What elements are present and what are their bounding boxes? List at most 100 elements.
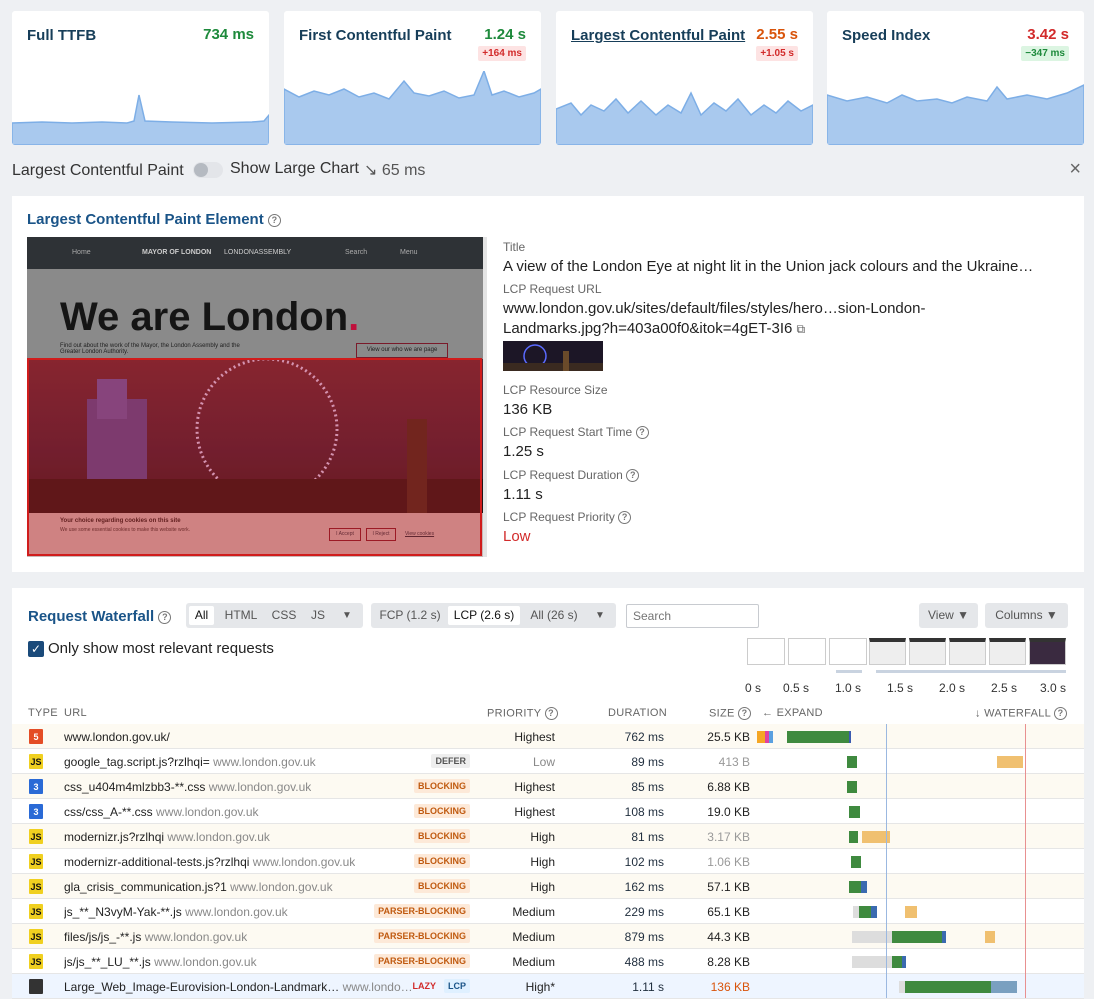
search-input[interactable]	[626, 604, 759, 628]
request-url[interactable]: js_**_N3vyM-Yak-**.js www.london.gov.uk	[64, 905, 288, 919]
metric-card-speed-index[interactable]: Speed Index 3.42 s −347 ms	[827, 11, 1084, 145]
request-duration: 81 ms	[631, 830, 664, 844]
filmstrip-frame[interactable]	[949, 638, 986, 665]
priority-label: LCP Request Priority ?	[503, 510, 632, 525]
request-url[interactable]: js/js_**_LU_**.js www.london.gov.uk	[64, 955, 257, 969]
filmstrip-frame[interactable]	[909, 638, 946, 665]
view-button[interactable]: View ▼	[919, 603, 978, 628]
chart-title: Largest Contentful Paint	[12, 162, 184, 179]
close-icon[interactable]: ×	[1069, 158, 1081, 181]
filmstrip-progress	[836, 670, 862, 673]
request-url[interactable]: files/js/js_-**.js www.london.gov.uk	[64, 930, 247, 944]
table-row[interactable]: JS modernizr.js?rzlhqi www.london.gov.uk B…	[12, 824, 1084, 849]
request-url[interactable]: Large_Web_Image-Eurovision-London-Landma…	[64, 980, 413, 994]
waterfall-bars[interactable]	[757, 899, 1084, 924]
filmstrip-frame[interactable]	[1029, 638, 1066, 665]
table-row[interactable]: JS google_tag.script.js?rzlhqi= www.londo…	[12, 749, 1084, 774]
js-file-icon: JS	[29, 954, 43, 969]
relevant-checkbox[interactable]: ✓	[28, 641, 44, 657]
help-icon[interactable]: ?	[635, 426, 649, 440]
help-icon[interactable]: ?	[267, 213, 281, 227]
table-row[interactable]: 3 css/css_A-**.css www.london.gov.uk BLOCK…	[12, 799, 1084, 824]
table-row[interactable]: 3 css_u404m4mlzbb3-**.css www.london.gov.…	[12, 774, 1084, 799]
waterfall-bars[interactable]	[757, 949, 1084, 974]
range-lcp[interactable]: LCP (2.6 s)	[448, 606, 520, 625]
request-tag: BLOCKING	[414, 779, 470, 793]
request-url[interactable]: css_u404m4mlzbb3-**.css www.london.gov.u…	[64, 780, 311, 794]
col-duration[interactable]: DURATION	[608, 707, 667, 719]
filter-js[interactable]: JS	[304, 606, 332, 625]
table-row[interactable]: 5 www.london.gov.uk/ Highest 762 ms 25.5 KB	[12, 724, 1084, 749]
url-label: LCP Request URL	[503, 282, 602, 296]
request-url[interactable]: www.london.gov.uk/	[64, 730, 170, 744]
waterfall-bar	[997, 756, 1023, 768]
hero-text: We are London	[60, 295, 349, 339]
waterfall-bars[interactable]	[757, 749, 1084, 774]
filter-all[interactable]: All	[189, 606, 214, 625]
filmstrip-progress	[876, 670, 1066, 673]
table-row[interactable]: Large_Web_Image-Eurovision-London-Landma…	[12, 974, 1084, 999]
columns-button-label: Columns ▼	[995, 608, 1058, 622]
filmstrip-frame[interactable]	[747, 638, 785, 665]
request-size: 19.0 KB	[707, 805, 750, 819]
request-url[interactable]: modernizr.js?rzlhqi www.london.gov.uk	[64, 830, 270, 844]
col-expand[interactable]: ← EXPAND	[762, 707, 823, 719]
lcp-sparkline	[556, 91, 813, 145]
request-url[interactable]: modernizr-additional-tests.js?rzlhqi www…	[64, 855, 355, 869]
table-row[interactable]: JS js_**_N3vyM-Yak-**.js www.london.gov.u…	[12, 899, 1084, 924]
filmstrip-frame[interactable]	[989, 638, 1026, 665]
table-row[interactable]: JS gla_crisis_communication.js?1 www.lond…	[12, 874, 1084, 899]
chevron-down-icon[interactable]: ▼	[589, 606, 611, 625]
col-size[interactable]: SIZE ?	[709, 707, 752, 720]
range-fcp[interactable]: FCP (1.2 s)	[374, 606, 446, 625]
waterfall-bars[interactable]	[757, 974, 1084, 999]
waterfall-bar	[942, 931, 946, 943]
help-icon[interactable]: ?	[618, 511, 632, 525]
filter-css[interactable]: CSS	[266, 606, 302, 625]
external-link-icon[interactable]: ⧉	[797, 322, 806, 336]
chevron-down-icon[interactable]: ▼	[336, 606, 358, 625]
waterfall-bars[interactable]	[757, 824, 1084, 849]
metric-name: Speed Index	[842, 27, 931, 44]
waterfall-bars[interactable]	[757, 724, 1084, 749]
filter-html[interactable]: HTML	[220, 606, 262, 625]
metric-card-lcp[interactable]: Largest Contentful Paint 2.55 s +1.05 s	[556, 11, 813, 145]
columns-button[interactable]: Columns ▼	[985, 603, 1068, 628]
filmstrip-frame[interactable]	[829, 638, 867, 665]
filmstrip-frame[interactable]	[788, 638, 826, 665]
col-type[interactable]: TYPE	[28, 707, 58, 719]
fcp-sparkline	[284, 71, 541, 145]
waterfall-bars[interactable]	[757, 849, 1084, 874]
url-value-line2[interactable]: Landmarks.jpg?h=403a00f0&itok=4gET-3I6 ⧉	[503, 320, 805, 337]
metric-card-ttfb[interactable]: Full TTFB 734 ms	[12, 11, 269, 145]
screenshot-scrollbar[interactable]	[483, 237, 487, 557]
timeline-ticks: 0 s 0.5 s 1.0 s 1.5 s 2.0 s 2.5 s 3.0 s	[745, 681, 1072, 695]
table-row[interactable]: JS files/js/js_-**.js www.london.gov.uk PA…	[12, 924, 1084, 949]
col-waterfall[interactable]: ↓ WATERFALL ?	[975, 707, 1067, 720]
help-icon[interactable]: ?	[738, 707, 752, 720]
request-tag: PARSER-BLOCKING	[374, 954, 470, 968]
table-row[interactable]: JS modernizr-additional-tests.js?rzlhqi w…	[12, 849, 1084, 874]
waterfall-bars[interactable]	[757, 874, 1084, 899]
request-url[interactable]: css/css_A-**.css www.london.gov.uk	[64, 805, 259, 819]
request-url[interactable]: google_tag.script.js?rzlhqi= www.london.…	[64, 755, 316, 769]
help-icon[interactable]: ?	[1054, 707, 1067, 720]
request-url[interactable]: gla_crisis_communication.js?1 www.london…	[64, 880, 333, 894]
table-row[interactable]: JS js/js_**_LU_**.js www.london.gov.uk PAR…	[12, 949, 1084, 974]
chart-toolbar: Largest Contentful Paint Show Large Char…	[12, 158, 1084, 184]
url-value-line1[interactable]: www.london.gov.uk/sites/default/files/st…	[503, 300, 925, 317]
large-chart-toggle[interactable]	[193, 162, 223, 178]
help-icon[interactable]: ?	[544, 707, 558, 720]
waterfall-bars[interactable]	[757, 799, 1084, 824]
filmstrip-frame[interactable]	[869, 638, 906, 665]
waterfall-bar	[985, 931, 995, 943]
waterfall-bars[interactable]	[757, 774, 1084, 799]
range-all[interactable]: All (26 s)	[524, 606, 584, 625]
col-priority[interactable]: PRIORITY ?	[487, 707, 558, 720]
col-url[interactable]: URL	[64, 707, 87, 719]
waterfall-bars[interactable]	[757, 924, 1084, 949]
nav-menu: Menu	[400, 249, 418, 256]
metric-card-fcp[interactable]: First Contentful Paint 1.24 s +164 ms	[284, 11, 541, 145]
help-icon[interactable]: ?	[158, 610, 172, 624]
help-icon[interactable]: ?	[626, 469, 640, 483]
